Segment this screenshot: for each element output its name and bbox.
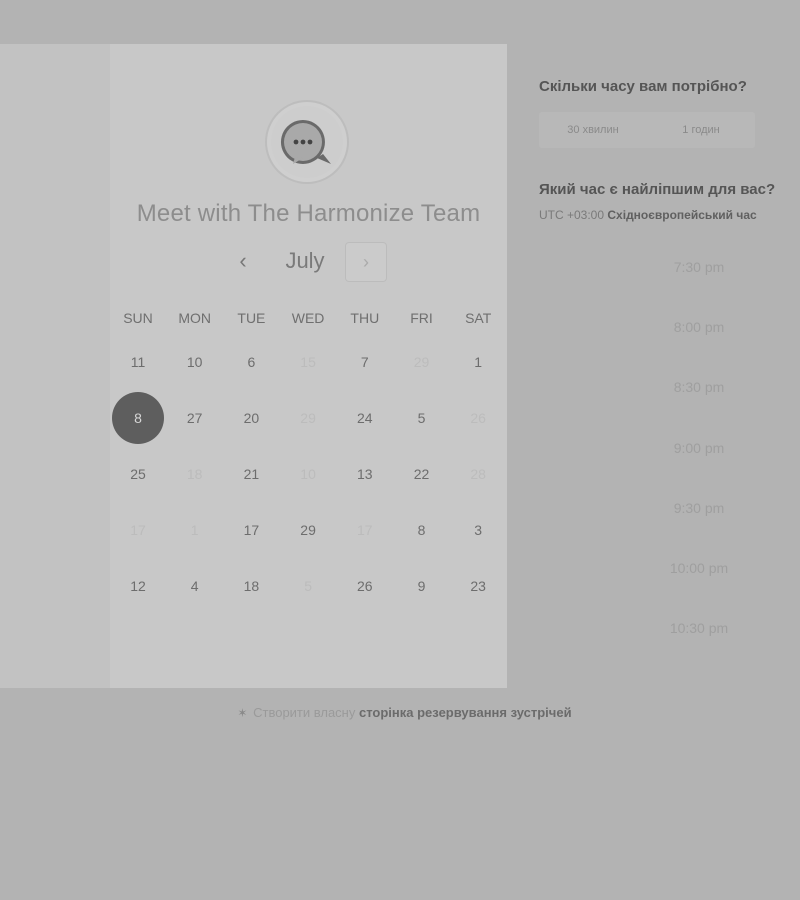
calendar-day[interactable]: 3 (452, 504, 504, 556)
weekday-label: SUN (123, 310, 153, 326)
calendar-day[interactable]: 10 (169, 336, 221, 388)
weekday-label: SAT (465, 310, 492, 326)
footer-link-text: сторінка резервування зустрічей (359, 705, 572, 720)
duration-selector: 30 хвилин 1 годин (539, 112, 755, 148)
time-slot[interactable]: 8:00 pm (635, 319, 763, 335)
timezone-label[interactable]: UTC +03:00 Східноєвропейський час (539, 208, 757, 222)
calendar-week-row: 25 18 21 10 13 22 28 (110, 446, 507, 502)
calendar-day[interactable]: 23 (452, 560, 504, 612)
calendar-day[interactable]: 25 (112, 448, 164, 500)
footer-create-link[interactable]: ✶ Створити власну сторінка резервування … (0, 705, 800, 720)
calendar-day: 29 (300, 410, 316, 426)
calendar-week-row: 8 27 20 29 24 5 26 (110, 390, 507, 446)
weekday-header-row: SUN MON TUE WED THU FRI SAT (110, 306, 507, 334)
time-slot[interactable]: 7:30 pm (635, 259, 763, 275)
calendar-day[interactable]: 27 (169, 392, 221, 444)
weekday-label: MON (178, 310, 212, 326)
calendar-week-row: 17 1 17 29 17 8 3 (110, 502, 507, 558)
chevron-right-icon: › (363, 252, 369, 272)
prev-month-button[interactable]: ‹ (232, 250, 254, 272)
duration-question: Скільки часу вам потрібно? (539, 78, 747, 95)
chevron-left-icon: ‹ (239, 248, 247, 273)
calendar-day[interactable]: 13 (339, 448, 391, 500)
month-navigation: ‹ July › (110, 242, 507, 284)
calendar-day[interactable]: 12 (112, 560, 164, 612)
calendar-day[interactable]: 6 (225, 336, 277, 388)
calendar-day: 15 (300, 354, 316, 370)
calendar-day: 28 (470, 466, 486, 482)
calendar-week-row: 12 4 18 5 26 9 23 (110, 558, 507, 614)
timezone-name: Східноєвропейський час (607, 208, 757, 222)
calendar-day: 17 (130, 522, 146, 538)
calendar-day[interactable]: 20 (225, 392, 277, 444)
chat-bubble-icon (271, 106, 343, 178)
calendar-day-selected[interactable]: 8 (112, 392, 164, 444)
calendar-day[interactable]: 29 (282, 504, 334, 556)
weekday-label: TUE (237, 310, 266, 326)
month-label: July (285, 248, 325, 273)
calendar-day[interactable]: 9 (396, 560, 448, 612)
time-slot[interactable]: 9:30 pm (635, 500, 763, 516)
calendar-day[interactable]: 1 (452, 336, 504, 388)
left-panel (0, 44, 110, 688)
timezone-offset: UTC +03:00 (539, 208, 605, 222)
weekday-label: THU (350, 310, 380, 326)
sparkle-icon: ✶ (237, 706, 248, 720)
calendar-day[interactable]: 5 (396, 392, 448, 444)
calendar-day: 10 (300, 466, 316, 482)
calendar-day: 29 (413, 354, 430, 370)
time-slot[interactable]: 8:30 pm (635, 379, 763, 395)
weekday-label: WED (291, 310, 325, 326)
calendar-day: 5 (304, 578, 312, 594)
weekday-label: FRI (410, 310, 433, 326)
calendar-day: 1 (190, 522, 199, 538)
booking-card: Meet with The Harmonize Team ‹ July › SU… (110, 44, 507, 688)
calendar-day[interactable]: 22 (396, 448, 448, 500)
calendar-day: 18 (186, 466, 203, 482)
duration-option-30min[interactable]: 30 хвилин (539, 112, 647, 148)
calendar-day[interactable]: 4 (169, 560, 221, 612)
calendar-day[interactable]: 17 (225, 504, 277, 556)
calendar-day[interactable]: 26 (339, 560, 391, 612)
calendar-day[interactable]: 11 (112, 336, 164, 388)
time-slot[interactable]: 10:30 pm (635, 620, 763, 636)
calendar-grid: SUN MON TUE WED THU FRI SAT 11 10 6 15 7 29 1 8 27 20 29… (110, 306, 507, 614)
booking-title: Meet with The Harmonize Team (136, 200, 481, 227)
chat-bubble-logo (267, 102, 347, 182)
duration-option-1h[interactable]: 1 годин (647, 112, 755, 148)
next-month-button[interactable]: › (345, 242, 387, 282)
time-slot[interactable]: 10:00 pm (635, 560, 763, 576)
calendar-day[interactable]: 21 (225, 448, 277, 500)
calendar-day[interactable]: 24 (339, 392, 391, 444)
calendar-day[interactable]: 18 (225, 560, 277, 612)
calendar-day: 17 (357, 522, 373, 538)
time-slot[interactable]: 9:00 pm (635, 440, 763, 456)
footer-prefix: Створити власну (253, 705, 356, 720)
calendar-day[interactable]: 7 (339, 336, 391, 388)
calendar-week-row: 11 10 6 15 7 29 1 (110, 334, 507, 390)
calendar-day: 26 (470, 410, 486, 426)
time-question: Який час є найліпшим для вас? (539, 181, 776, 198)
calendar-day[interactable]: 8 (396, 504, 448, 556)
